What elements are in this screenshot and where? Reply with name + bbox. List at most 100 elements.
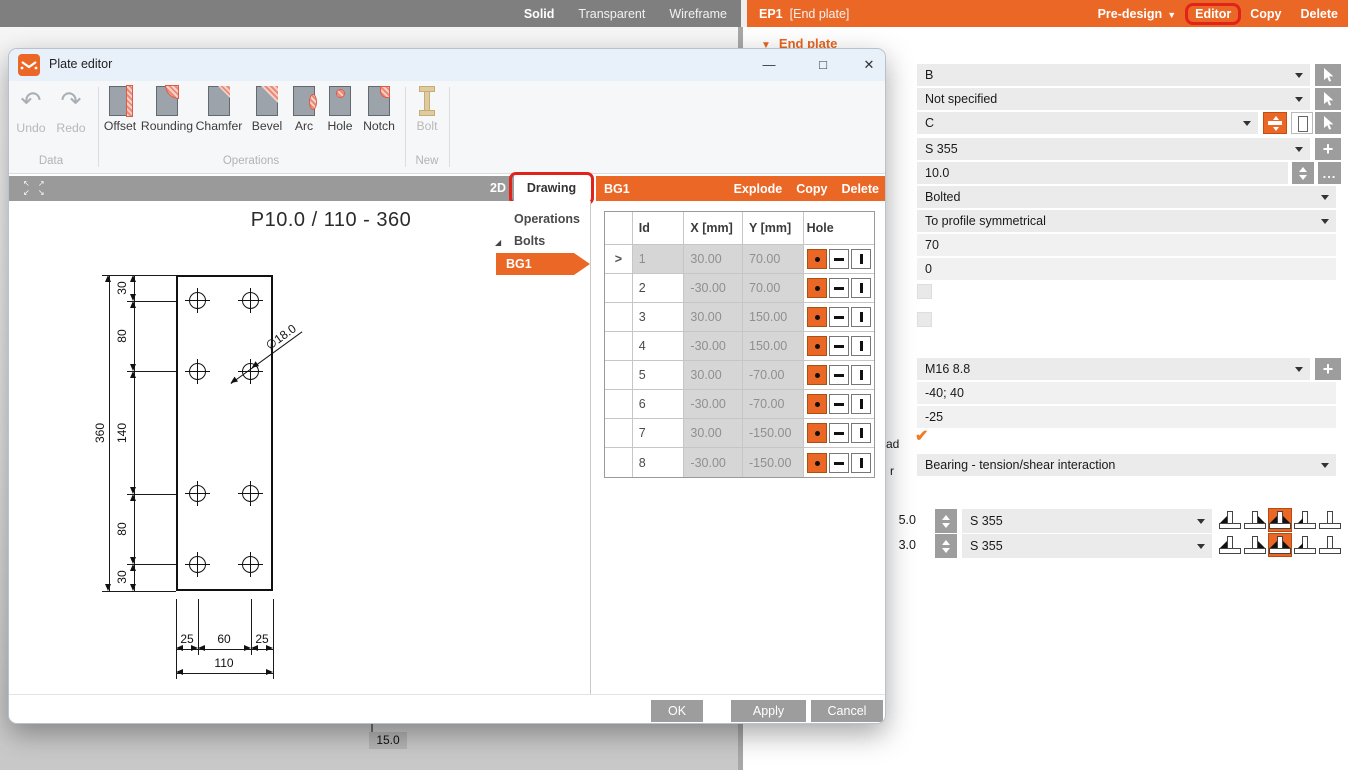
- hole-slot-vertical-button[interactable]: [851, 249, 871, 269]
- predesign-button[interactable]: Pre-design▼: [1098, 7, 1177, 21]
- table-row[interactable]: 4-30.00150.00: [605, 332, 874, 361]
- offset-input-1[interactable]: 70: [917, 234, 1336, 256]
- plate-orientation-horizontal-button[interactable]: [1263, 112, 1287, 134]
- hole-slot-horizontal-button[interactable]: [829, 249, 849, 269]
- copy-group-button[interactable]: Copy: [796, 182, 827, 196]
- table-row[interactable]: 530.00-70.00: [605, 361, 874, 390]
- table-row[interactable]: 2-30.0070.00: [605, 274, 874, 303]
- plate-orientation-vertical-button[interactable]: [1291, 112, 1313, 134]
- tree-item-bg1[interactable]: BG1: [496, 253, 590, 275]
- hole-slot-vertical-button[interactable]: [851, 423, 871, 443]
- hole-circular-button[interactable]: [807, 365, 827, 385]
- weld-fillet-left-button[interactable]: [1218, 533, 1242, 557]
- weld-butt-button[interactable]: [1318, 533, 1342, 557]
- weld-fillet-left-button[interactable]: [1218, 508, 1242, 532]
- hole-slot-horizontal-button[interactable]: [829, 453, 849, 473]
- weld-bevel-button[interactable]: [1293, 533, 1317, 557]
- table-row[interactable]: 8-30.00-150.00: [605, 448, 874, 477]
- hole-slot-vertical-button[interactable]: [851, 394, 871, 414]
- tree-item-operations[interactable]: Operations: [514, 212, 580, 226]
- hole-slot-horizontal-button[interactable]: [829, 365, 849, 385]
- hole-slot-horizontal-button[interactable]: [829, 423, 849, 443]
- hole-circular-button[interactable]: [807, 249, 827, 269]
- close-button[interactable]: ✕: [853, 54, 885, 76]
- hole-slot-vertical-button[interactable]: [851, 278, 871, 298]
- weld-fillet-both-button[interactable]: [1268, 533, 1292, 557]
- hole-slot-vertical-button[interactable]: [851, 307, 871, 327]
- pick-member-button[interactable]: [1315, 64, 1341, 86]
- pick-type-button[interactable]: [1315, 88, 1341, 110]
- member-select[interactable]: B: [917, 64, 1310, 86]
- weld-size-stepper[interactable]: [935, 534, 957, 558]
- hole-slot-vertical-button[interactable]: [851, 453, 871, 473]
- delete-group-button[interactable]: Delete: [841, 182, 879, 196]
- hole-slot-horizontal-button[interactable]: [829, 336, 849, 356]
- thickness-input[interactable]: 10.0: [917, 162, 1288, 184]
- tree-item-bolts[interactable]: Bolts: [514, 234, 545, 248]
- table-row[interactable]: 6-30.00-70.00: [605, 390, 874, 419]
- dialog-title-bar[interactable]: Plate editor — □ ✕: [9, 49, 885, 81]
- hole-circular-button[interactable]: [807, 278, 827, 298]
- table-row[interactable]: >130.0070.00: [605, 245, 874, 274]
- bolt-offset-input[interactable]: -25: [917, 406, 1336, 428]
- tab-drawing[interactable]: Drawing: [514, 176, 589, 201]
- material-select[interactable]: S 355: [917, 138, 1310, 160]
- more-options-button[interactable]: ...: [1318, 162, 1341, 184]
- redo-button[interactable]: ↷ Redo: [51, 86, 91, 135]
- weld-material-select[interactable]: S 355: [962, 509, 1212, 533]
- weld-fillet-right-button[interactable]: [1243, 533, 1267, 557]
- delete-button[interactable]: Delete: [1300, 7, 1338, 21]
- cancel-button[interactable]: Cancel: [811, 700, 883, 722]
- weld-fillet-both-button[interactable]: [1268, 508, 1292, 532]
- apply-button[interactable]: Apply: [731, 700, 806, 722]
- hole-circular-button[interactable]: [807, 394, 827, 414]
- hole-circular-button[interactable]: [807, 336, 827, 356]
- tab-2d[interactable]: 2D: [490, 176, 506, 201]
- row-selector: [605, 448, 633, 477]
- bolt-positions-input[interactable]: -40; 40: [917, 382, 1336, 404]
- weld-bevel-button[interactable]: [1293, 508, 1317, 532]
- view-mode-solid[interactable]: Solid: [524, 7, 555, 21]
- plate-member-select[interactable]: C: [917, 112, 1258, 134]
- hole-circular-button[interactable]: [807, 453, 827, 473]
- minimize-button[interactable]: —: [753, 54, 785, 76]
- ok-button[interactable]: OK: [651, 700, 703, 722]
- connection-type-select[interactable]: Bolted: [917, 186, 1336, 208]
- thickness-stepper[interactable]: [1292, 162, 1314, 184]
- weld-fillet-right-button[interactable]: [1243, 508, 1267, 532]
- add-bolt-assembly-button[interactable]: +: [1315, 358, 1341, 380]
- table-row[interactable]: 730.00-150.00: [605, 419, 874, 448]
- explode-button[interactable]: Explode: [734, 182, 783, 196]
- bolt-button[interactable]: Bolt: [405, 86, 449, 133]
- weld-butt-button[interactable]: [1318, 508, 1342, 532]
- offset-input-2[interactable]: 0: [917, 258, 1336, 280]
- view-mode-wireframe[interactable]: Wireframe: [669, 7, 727, 21]
- weld-material-select[interactable]: S 355: [962, 534, 1212, 558]
- expander-icon[interactable]: ◢: [495, 238, 501, 247]
- copy-button[interactable]: Copy: [1250, 7, 1281, 21]
- hole-slot-horizontal-button[interactable]: [829, 394, 849, 414]
- hole-circular-button[interactable]: [807, 423, 827, 443]
- shear-plane-checkbox[interactable]: ✔: [915, 429, 928, 445]
- type-select[interactable]: Not specified: [917, 88, 1310, 110]
- pick-plate-button[interactable]: [1315, 112, 1341, 134]
- hole-slot-horizontal-button[interactable]: [829, 307, 849, 327]
- checkbox-1[interactable]: [917, 284, 932, 299]
- position-select[interactable]: To profile symmetrical: [917, 210, 1336, 232]
- checkbox-2[interactable]: [917, 312, 932, 327]
- add-material-button[interactable]: +: [1315, 138, 1341, 160]
- hole-slot-vertical-button[interactable]: [851, 365, 871, 385]
- undo-button[interactable]: ↶ Undo: [11, 86, 51, 135]
- hole-slot-horizontal-button[interactable]: [829, 278, 849, 298]
- shear-transfer-select[interactable]: Bearing - tension/shear interaction: [917, 454, 1336, 476]
- hole-circular-button[interactable]: [807, 307, 827, 327]
- notch-button[interactable]: Notch: [353, 86, 405, 133]
- hole-slot-vertical-button[interactable]: [851, 336, 871, 356]
- fullscreen-icon[interactable]: ↖ ↗↙ ↘: [23, 179, 48, 197]
- view-mode-transparent[interactable]: Transparent: [578, 7, 645, 21]
- bolt-assembly-select[interactable]: M16 8.8: [917, 358, 1310, 380]
- editor-button[interactable]: Editor: [1195, 7, 1231, 21]
- table-row[interactable]: 330.00150.00: [605, 303, 874, 332]
- maximize-button[interactable]: □: [807, 54, 839, 76]
- weld-size-stepper[interactable]: [935, 509, 957, 533]
